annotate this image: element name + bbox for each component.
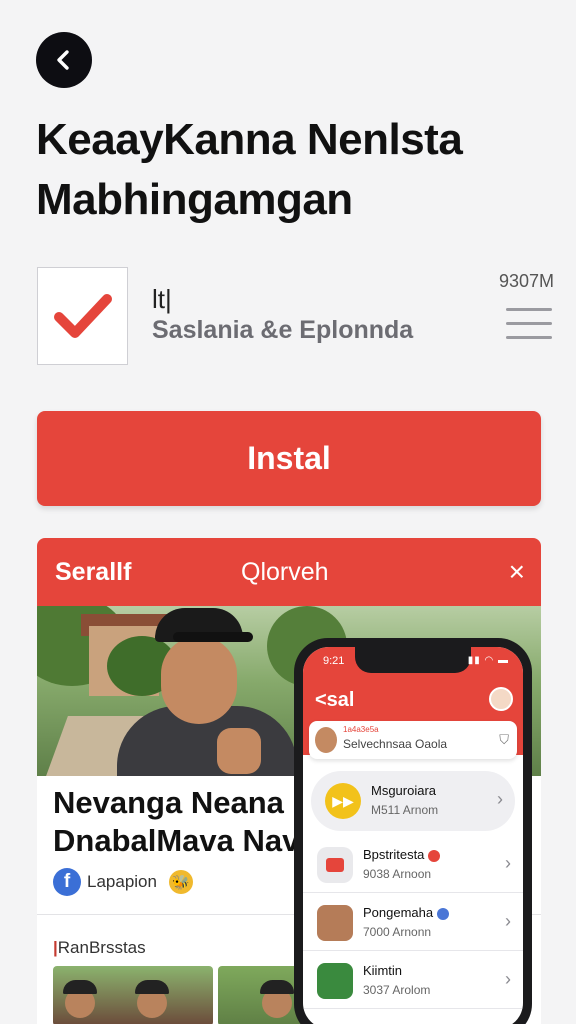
status-icons: ▮▮ ◠ ▬ — [467, 655, 509, 666]
avatar[interactable] — [489, 687, 513, 711]
close-icon[interactable]: × — [509, 556, 525, 588]
chevron-right-icon: › — [505, 969, 511, 989]
avatar — [317, 905, 353, 941]
app-title-line2: Mabhingamgan — [36, 175, 353, 224]
chevron-right-icon: › — [505, 853, 511, 873]
app-title: KeaayKanna Nenlsta Mabhingamgan — [36, 110, 546, 230]
banner-avatar — [315, 727, 337, 753]
banner-text: Selvechnsaa Oaola — [343, 737, 448, 751]
phone-banner[interactable]: 1a4a3e5a Selvechnsaa Oaola ⛉ — [309, 721, 517, 759]
card-title-line1: Nevanga Neana — [53, 785, 284, 820]
social-label: Lapapion — [87, 872, 157, 891]
phone-mockup: 9:21 ▮▮ ◠ ▬ <sal 1a4a3e5a Selvechnsaa Oa… — [294, 638, 532, 1024]
chevron-right-icon: › — [497, 789, 503, 809]
promo-tab-1[interactable]: Serallf — [55, 558, 131, 587]
list-item-title: Bpstritesta — [363, 847, 441, 862]
phone-screen: 9:21 ▮▮ ◠ ▬ <sal 1a4a3e5a Selvechnsaa Oa… — [303, 647, 523, 1024]
play-icon: ▶▶ — [325, 783, 361, 819]
banner-tag: 1a4a3e5a — [343, 725, 379, 734]
list-item[interactable]: ▶▶ Msguroiara M511 Arnom › — [311, 771, 515, 831]
app-subtitle: Saslania &e Eplonnda — [152, 316, 414, 344]
phone-notch — [355, 647, 471, 673]
install-button[interactable]: Instal — [37, 411, 541, 506]
promo-header: Serallf Qlorveh × — [37, 538, 541, 606]
person-photo — [117, 606, 297, 776]
app-icon — [37, 267, 128, 365]
app-icon — [317, 847, 353, 883]
list-item-title: Kiimtin — [363, 963, 403, 978]
card-title: Nevanga Neana DnabalMava Nav — [53, 784, 299, 860]
list-item-title: Pongemaha — [363, 905, 450, 920]
avatar — [317, 963, 353, 999]
card-title-line2: DnabalMava Nav — [53, 823, 300, 858]
developer-name: lt| — [152, 284, 172, 314]
social-row: f Lapapion 🐝 — [53, 868, 193, 896]
phone-header-title[interactable]: <sal — [315, 689, 354, 712]
facebook-icon[interactable]: f — [53, 868, 81, 896]
checkmark-icon — [53, 294, 112, 338]
thumbnail-image[interactable] — [53, 966, 213, 1024]
status-time: 9:21 — [323, 655, 345, 667]
list-item-subtitle: 7000 Arnonn — [363, 925, 432, 939]
list-item-subtitle: 9038 Arnoon — [363, 867, 432, 881]
list-item-subtitle: M511 Arnom — [371, 803, 439, 817]
list-item[interactable]: Bpstritesta 9038 Arnoon › — [303, 835, 523, 893]
promo-tab-2[interactable]: Qlorveh — [241, 558, 329, 587]
bee-icon[interactable]: 🐝 — [168, 870, 193, 894]
phone-list: ▶▶ Msguroiara M511 Arnom › Bpstritesta 9… — [303, 771, 523, 1009]
chevron-left-icon — [57, 50, 69, 70]
list-item[interactable]: Pongemaha 7000 Arnonn › — [303, 893, 523, 951]
app-title-line1: KeaayKanna Nenlsta — [36, 115, 463, 164]
shield-icon: ⛉ — [499, 732, 509, 747]
list-item[interactable]: Kiimtin 3037 Arolom › — [303, 951, 523, 1009]
section-label: |RanBrsstas — [53, 938, 146, 957]
back-button[interactable] — [36, 32, 92, 88]
chevron-right-icon: › — [505, 911, 511, 931]
app-size: 9307M — [498, 271, 554, 291]
menu-icon[interactable] — [506, 308, 552, 340]
list-item-subtitle: 3037 Arolom — [363, 983, 431, 997]
list-item-title: Msguroiara — [371, 783, 437, 798]
